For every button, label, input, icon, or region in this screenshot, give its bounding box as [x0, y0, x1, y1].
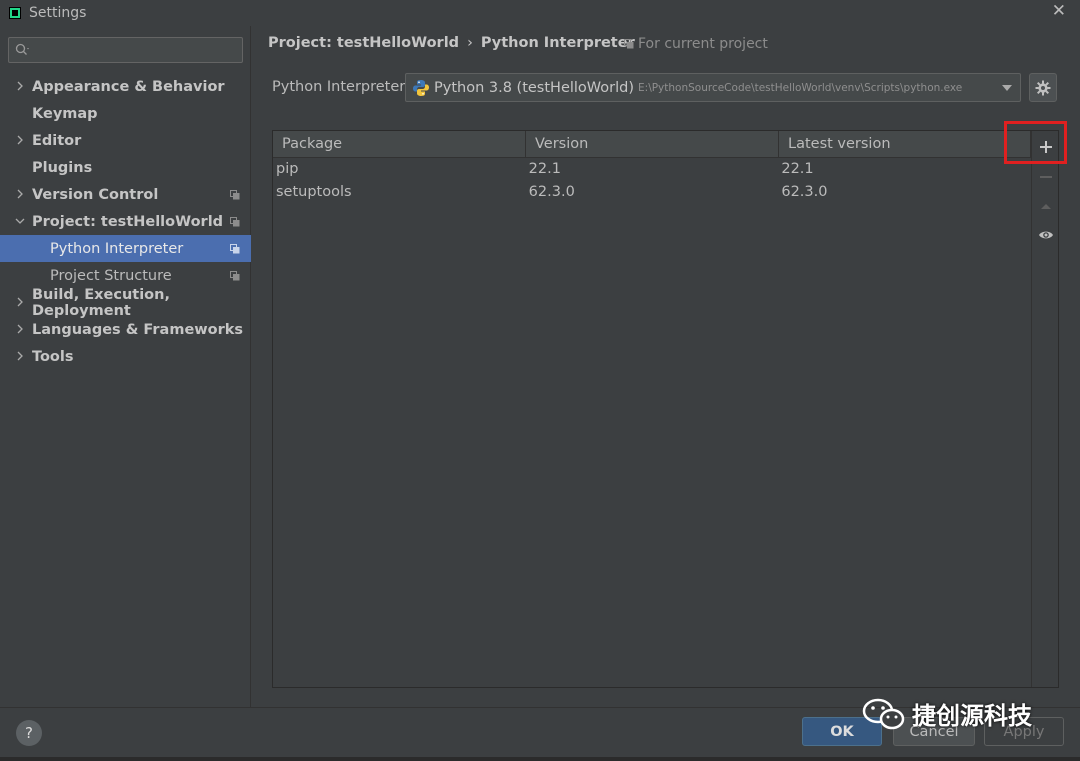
sidebar-item-label: Keymap: [32, 105, 98, 122]
chevron-right-icon: [17, 135, 23, 145]
bottom-edge-strip: [0, 757, 1080, 761]
sidebar-item-label: Python Interpreter: [50, 240, 184, 257]
package-toolbar: [1031, 131, 1058, 687]
packages-table: Package Version Latest version pip 22.1 …: [273, 131, 1031, 687]
chevron-down-icon: [15, 218, 25, 224]
close-icon[interactable]: ✕: [1052, 1, 1066, 21]
project-scope-icon: [230, 244, 240, 254]
sidebar-item-python-interpreter[interactable]: Python Interpreter: [0, 235, 251, 262]
chevron-down-icon: [1002, 85, 1012, 91]
sidebar-item-label: Tools: [32, 348, 74, 365]
highlight-annotation: [1004, 121, 1067, 164]
sidebar-item-label: Build, Execution, Deployment: [32, 286, 170, 319]
sidebar-item-editor[interactable]: Editor: [0, 127, 251, 154]
package-name-cell: setuptools: [276, 184, 352, 200]
project-scope-icon: [230, 190, 240, 200]
interpreter-dropdown[interactable]: Python 3.8 (testHelloWorld) E:\PythonSou…: [405, 73, 1021, 102]
package-version-cell: 22.1: [528, 161, 561, 177]
column-header-latest-version[interactable]: Latest version: [779, 131, 1031, 157]
eye-icon: [1038, 231, 1053, 239]
breadcrumb-parent[interactable]: Project: testHelloWorld: [268, 35, 459, 51]
search-icon: [15, 43, 29, 55]
sidebar-item-label: Project Structure: [50, 267, 172, 284]
window-title: Settings: [29, 5, 87, 21]
sidebar-item-project-structure[interactable]: Project Structure: [0, 262, 251, 289]
settings-sidebar: Appearance & Behavior Keymap Editor Plug…: [0, 26, 251, 707]
scope-note-text: For current project: [638, 36, 768, 52]
breadcrumb-current: Python Interpreter: [480, 35, 635, 51]
pycharm-app-icon: [9, 7, 21, 19]
chevron-right-icon: [17, 324, 23, 334]
sidebar-item-label: Languages & Frameworks: [32, 321, 244, 338]
title-bar: Settings ✕: [0, 0, 1080, 26]
scope-note: For current project: [624, 36, 768, 52]
python-logo-icon: [413, 79, 429, 96]
interpreter-settings-button[interactable]: [1029, 73, 1057, 102]
sidebar-item-keymap[interactable]: Keymap: [0, 100, 251, 127]
watermark-text: 捷创源科技: [912, 702, 1032, 730]
project-scope-icon: [624, 39, 634, 49]
table-row[interactable]: pip 22.1 22.1: [273, 158, 1031, 181]
table-header: Package Version Latest version: [273, 131, 1031, 158]
sidebar-item-label: Plugins: [32, 159, 93, 176]
chevron-right-icon: [17, 297, 23, 307]
sidebar-item-tools[interactable]: Tools: [0, 343, 251, 370]
settings-search-input[interactable]: [35, 42, 225, 58]
column-header-package[interactable]: Package: [273, 131, 526, 157]
wechat-icon: [862, 698, 905, 729]
show-early-releases-button[interactable]: [1032, 221, 1059, 249]
chevron-right-icon: [17, 81, 23, 91]
sidebar-item-label: Project: testHelloWorld: [32, 213, 224, 230]
sidebar-item-label: Editor: [32, 132, 82, 149]
watermark: 捷创源科技: [862, 696, 1032, 731]
packages-panel: Package Version Latest version pip 22.1 …: [272, 130, 1059, 688]
help-button[interactable]: ?: [16, 720, 42, 746]
sidebar-item-label: Appearance & Behavior: [32, 78, 225, 95]
interpreter-label: Python Interpreter:: [272, 79, 410, 95]
uninstall-package-button[interactable]: [1032, 163, 1059, 191]
table-row[interactable]: setuptools 62.3.0 62.3.0: [273, 181, 1031, 204]
interpreter-name: Python 3.8 (testHelloWorld): [434, 79, 635, 96]
gear-icon: [1035, 80, 1051, 95]
sidebar-item-appearance-behavior[interactable]: Appearance & Behavior: [0, 73, 251, 100]
column-header-version[interactable]: Version: [526, 131, 779, 157]
package-name-cell: pip: [276, 161, 299, 177]
package-version-cell: 62.3.0: [528, 184, 575, 200]
chevron-right-icon: [17, 189, 23, 199]
project-scope-icon: [230, 217, 240, 227]
sidebar-item-build-execution-deployment[interactable]: Build, Execution, Deployment: [0, 286, 251, 319]
upgrade-arrow-icon: [1040, 204, 1051, 209]
sidebar-item-version-control[interactable]: Version Control: [0, 181, 251, 208]
breadcrumb: Project: testHelloWorld › Python Interpr…: [268, 35, 635, 51]
chevron-right-icon: [17, 351, 23, 361]
minus-icon: [1039, 176, 1052, 178]
settings-search-box[interactable]: [8, 37, 243, 63]
sidebar-item-plugins[interactable]: Plugins: [0, 154, 251, 181]
package-latest-cell: 22.1: [781, 161, 814, 177]
settings-tree: Appearance & Behavior Keymap Editor Plug…: [0, 73, 251, 370]
sidebar-item-project[interactable]: Project: testHelloWorld: [0, 208, 251, 235]
interpreter-path: E:\PythonSourceCode\testHelloWorld\venv\…: [638, 81, 963, 94]
sidebar-item-languages-frameworks[interactable]: Languages & Frameworks: [0, 316, 251, 343]
upgrade-package-button[interactable]: [1032, 192, 1059, 220]
package-latest-cell: 62.3.0: [781, 184, 828, 200]
project-scope-icon: [230, 271, 240, 281]
sidebar-item-label: Version Control: [32, 186, 159, 203]
breadcrumb-separator: ›: [467, 35, 473, 51]
